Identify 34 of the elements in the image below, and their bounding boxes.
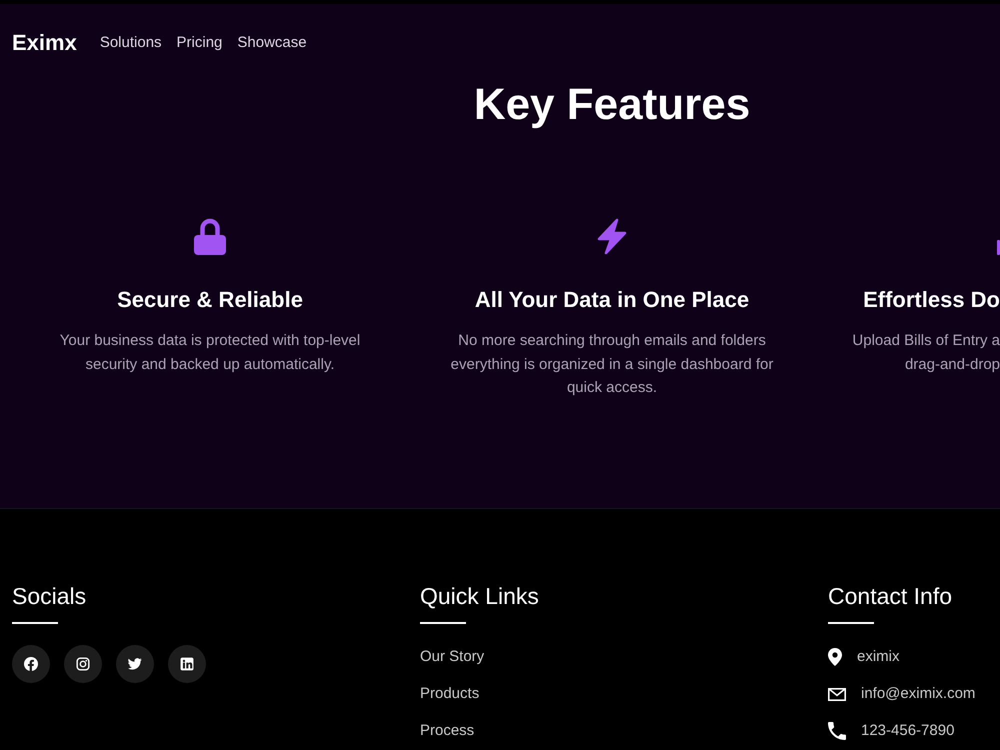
cut-off-icon (997, 240, 1000, 255)
contact-text: info@eximix.com (861, 684, 976, 704)
linkedin-icon (180, 657, 194, 671)
column-heading: Contact Info (828, 582, 954, 610)
column-heading: Quick Links (420, 582, 540, 610)
feature-title: Secure & Reliable (117, 286, 303, 314)
phone-icon (828, 722, 846, 740)
social-link[interactable] (12, 645, 50, 683)
contact-text: 123-456-7890 (861, 721, 954, 741)
feature-title: All Your Data in One Place (474, 286, 750, 314)
section-heading: Key Features (472, 79, 752, 131)
location-pin-icon (828, 648, 842, 666)
mail-icon (828, 688, 846, 700)
footer-link[interactable]: Our Story (420, 647, 484, 667)
lightning-bolt-icon (597, 218, 627, 255)
feature-description: Upload Bills of Entry a drag-and-drop (851, 331, 1000, 374)
nav-link[interactable]: Showcase (237, 32, 307, 54)
brand-logo: Eximx (12, 32, 77, 54)
feature-title: Effortless Do (863, 286, 1000, 314)
facebook-icon (24, 657, 38, 671)
footer-link[interactable]: Products (420, 684, 480, 704)
column-heading: Socials (12, 582, 88, 610)
instagram-icon (76, 657, 90, 671)
lock-icon (194, 218, 226, 255)
contact-text: eximix (857, 647, 900, 667)
nav-link[interactable]: Pricing (176, 32, 222, 54)
nav-link[interactable]: Solutions (100, 32, 162, 54)
social-link[interactable] (64, 645, 102, 683)
feature-description: No more searching through emails and folders everything is organized in a single dashboard for quick access. (450, 331, 774, 398)
footer-link[interactable]: Process (420, 721, 474, 741)
feature-description: Your business data is protected with top-level security and backed up automatically. (58, 331, 362, 374)
twitter-bird-icon (128, 657, 142, 671)
social-link[interactable] (116, 645, 154, 683)
social-link[interactable] (168, 645, 206, 683)
